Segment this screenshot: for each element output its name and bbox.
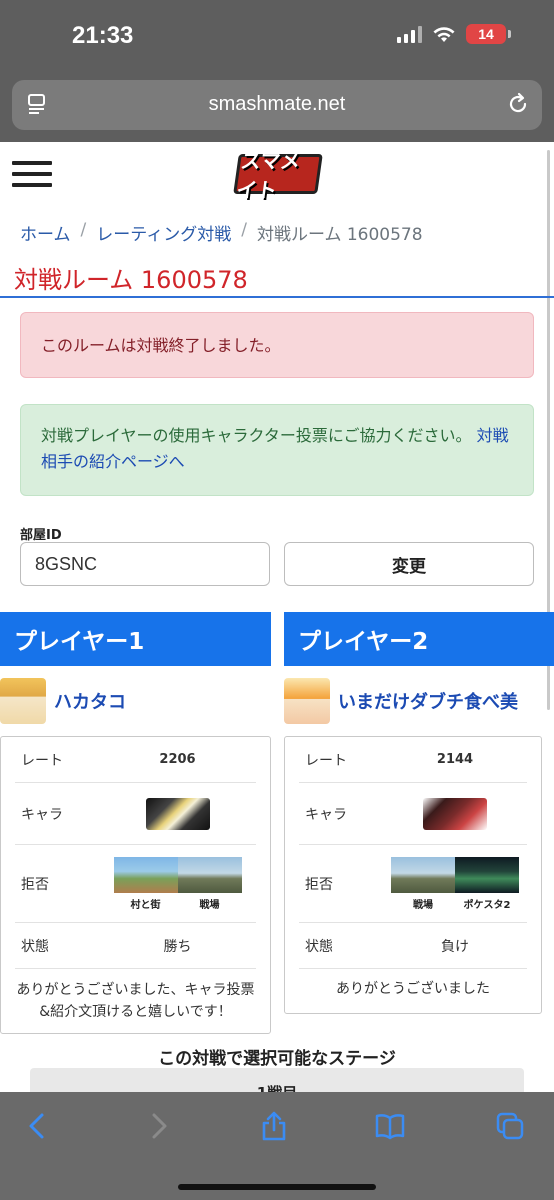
vote-request-alert: 対戦プレイヤーの使用キャラクター投票にご協力ください。 対戦相手の紹介ページへ (20, 404, 534, 496)
change-button[interactable]: 変更 (284, 542, 534, 586)
player-1-avatar[interactable] (0, 678, 46, 724)
browser-top-chrome: 21:33 14 smashmate.net (0, 0, 554, 142)
room-finished-alert: このルームは対戦終了しました。 (20, 312, 534, 378)
bookmarks-icon[interactable] (374, 1110, 406, 1142)
home-indicator[interactable] (178, 1184, 376, 1190)
breadcrumb-current: 対戦ルーム 1600578 (256, 225, 423, 245)
rate-row: レート 2206 (15, 737, 256, 783)
player-2-name-row: いまだけダブチ食べ美 (284, 666, 554, 736)
player-2-name-link[interactable]: いまだけダブチ食べ美 (338, 688, 518, 714)
state-row: 状態 勝ち (15, 923, 256, 969)
game-1-tab-label: 1戦目 (30, 1082, 524, 1092)
page-title: 対戦ルーム 1600578 (14, 266, 248, 294)
reject-stage: 戦場 (177, 856, 242, 911)
rate-value: 2144 (436, 752, 474, 767)
rate-value: 2206 (159, 752, 196, 767)
reload-icon[interactable] (506, 92, 530, 116)
breadcrumb: ホーム / レーティング対戦 / 対戦ルーム 1600578 (20, 220, 423, 245)
cloud-icon[interactable] (145, 797, 210, 830)
chara-row: キャラ (15, 783, 256, 845)
player-1-panel: プレイヤー1 ハカタコ レート 2206 キャラ 拒否 村と街 戦場 状態 勝ち… (0, 612, 271, 1034)
menu-icon[interactable] (12, 161, 52, 187)
web-page: スマメイト ホーム / レーティング対戦 / 対戦ルーム 1600578 対戦ル… (0, 142, 554, 1092)
player-1-info-card: レート 2206 キャラ 拒否 村と街 戦場 状態 勝ち ありがとうございました… (0, 736, 271, 1034)
wifi-icon (433, 27, 455, 42)
chara-label: キャラ (305, 806, 347, 823)
player-2-info-card: レート 2144 キャラ 拒否 戦場 ポケスタ2 状態 負け ありがとうございま… (284, 736, 542, 1014)
player-2-message: ありがとうございました (336, 981, 490, 997)
reject-label: 拒否 (305, 876, 333, 893)
breadcrumb-separator: / (80, 220, 87, 240)
player-1-header: プレイヤー1 (0, 612, 271, 666)
address-bar[interactable]: smashmate.net (12, 80, 542, 130)
selectable-stages-heading: この対戦で選択可能なステージ (158, 1049, 396, 1069)
phone-screen: 21:33 14 smashmate.net スマメイト ホーム / レーティン… (0, 0, 554, 1200)
reject-stage: 村と街 (113, 856, 178, 911)
reject-row: 拒否 村と街 戦場 (15, 845, 256, 923)
state-value: 勝ち (163, 938, 192, 955)
player-1-message: ありがとうございました、キャラ投票&紹介文頂けると嬉しいです！ (16, 982, 255, 1020)
cellular-signal-icon (397, 25, 422, 43)
stage-label: ポケスタ2 (463, 899, 511, 911)
tabs-icon[interactable] (494, 1110, 526, 1142)
room-id-label: 部屋ID (20, 528, 62, 543)
player-2-header: プレイヤー2 (284, 612, 554, 666)
state-label: 状態 (305, 938, 333, 955)
status-icons: 14 (397, 24, 511, 44)
rate-label: レート (21, 752, 63, 769)
player-1-name-row: ハカタコ (0, 666, 271, 736)
chara-label: キャラ (21, 806, 63, 823)
player-1-name-link[interactable]: ハカタコ (54, 688, 126, 714)
share-icon[interactable] (258, 1110, 290, 1142)
state-label: 状態 (21, 938, 49, 955)
room-id-input[interactable]: 8GSNC (20, 542, 270, 586)
chara-row: キャラ (299, 783, 527, 845)
title-divider (0, 296, 554, 298)
stage-label: 村と街 (130, 899, 161, 911)
breadcrumb-separator: / (241, 220, 247, 240)
town-and-city-stage-icon (113, 856, 178, 893)
stage-label: 戦場 (199, 899, 220, 911)
game-1-tab[interactable]: 1戦目 (30, 1068, 524, 1092)
player-2-avatar[interactable] (284, 678, 330, 724)
battlefield-stage-icon (391, 856, 455, 893)
kazuya-icon[interactable] (423, 797, 487, 830)
reject-label: 拒否 (21, 876, 49, 893)
reject-stage: 戦場 (391, 856, 455, 911)
reject-stage: ポケスタ2 (455, 856, 519, 911)
battlefield-stage-icon (177, 856, 242, 893)
pokemon-stadium-2-stage-icon (455, 856, 519, 893)
stage-label: 戦場 (413, 899, 433, 911)
forward-icon[interactable] (142, 1110, 174, 1142)
battery-icon: 14 (466, 24, 511, 44)
vote-request-text: 対戦プレイヤーの使用キャラクター投票にご協力ください。 (41, 426, 472, 445)
breadcrumb-home-link[interactable]: ホーム (20, 220, 71, 245)
rate-label: レート (305, 752, 347, 769)
rate-row: レート 2144 (299, 737, 527, 783)
player-2-panel: プレイヤー2 いまだけダブチ食べ美 レート 2144 キャラ 拒否 戦場 ポケス… (284, 612, 554, 1014)
state-value: 負け (441, 938, 469, 955)
url-text[interactable]: smashmate.net (12, 93, 542, 116)
back-icon[interactable] (22, 1110, 54, 1142)
site-header: スマメイト (0, 142, 554, 206)
state-row: 状態 負け (299, 923, 527, 969)
site-logo[interactable]: スマメイト (233, 149, 323, 202)
status-time: 21:33 (72, 22, 134, 49)
breadcrumb-rating-link[interactable]: レーティング対戦 (96, 220, 231, 245)
room-finished-text: このルームは対戦終了しました。 (41, 336, 281, 355)
reject-row: 拒否 戦場 ポケスタ2 (299, 845, 527, 923)
